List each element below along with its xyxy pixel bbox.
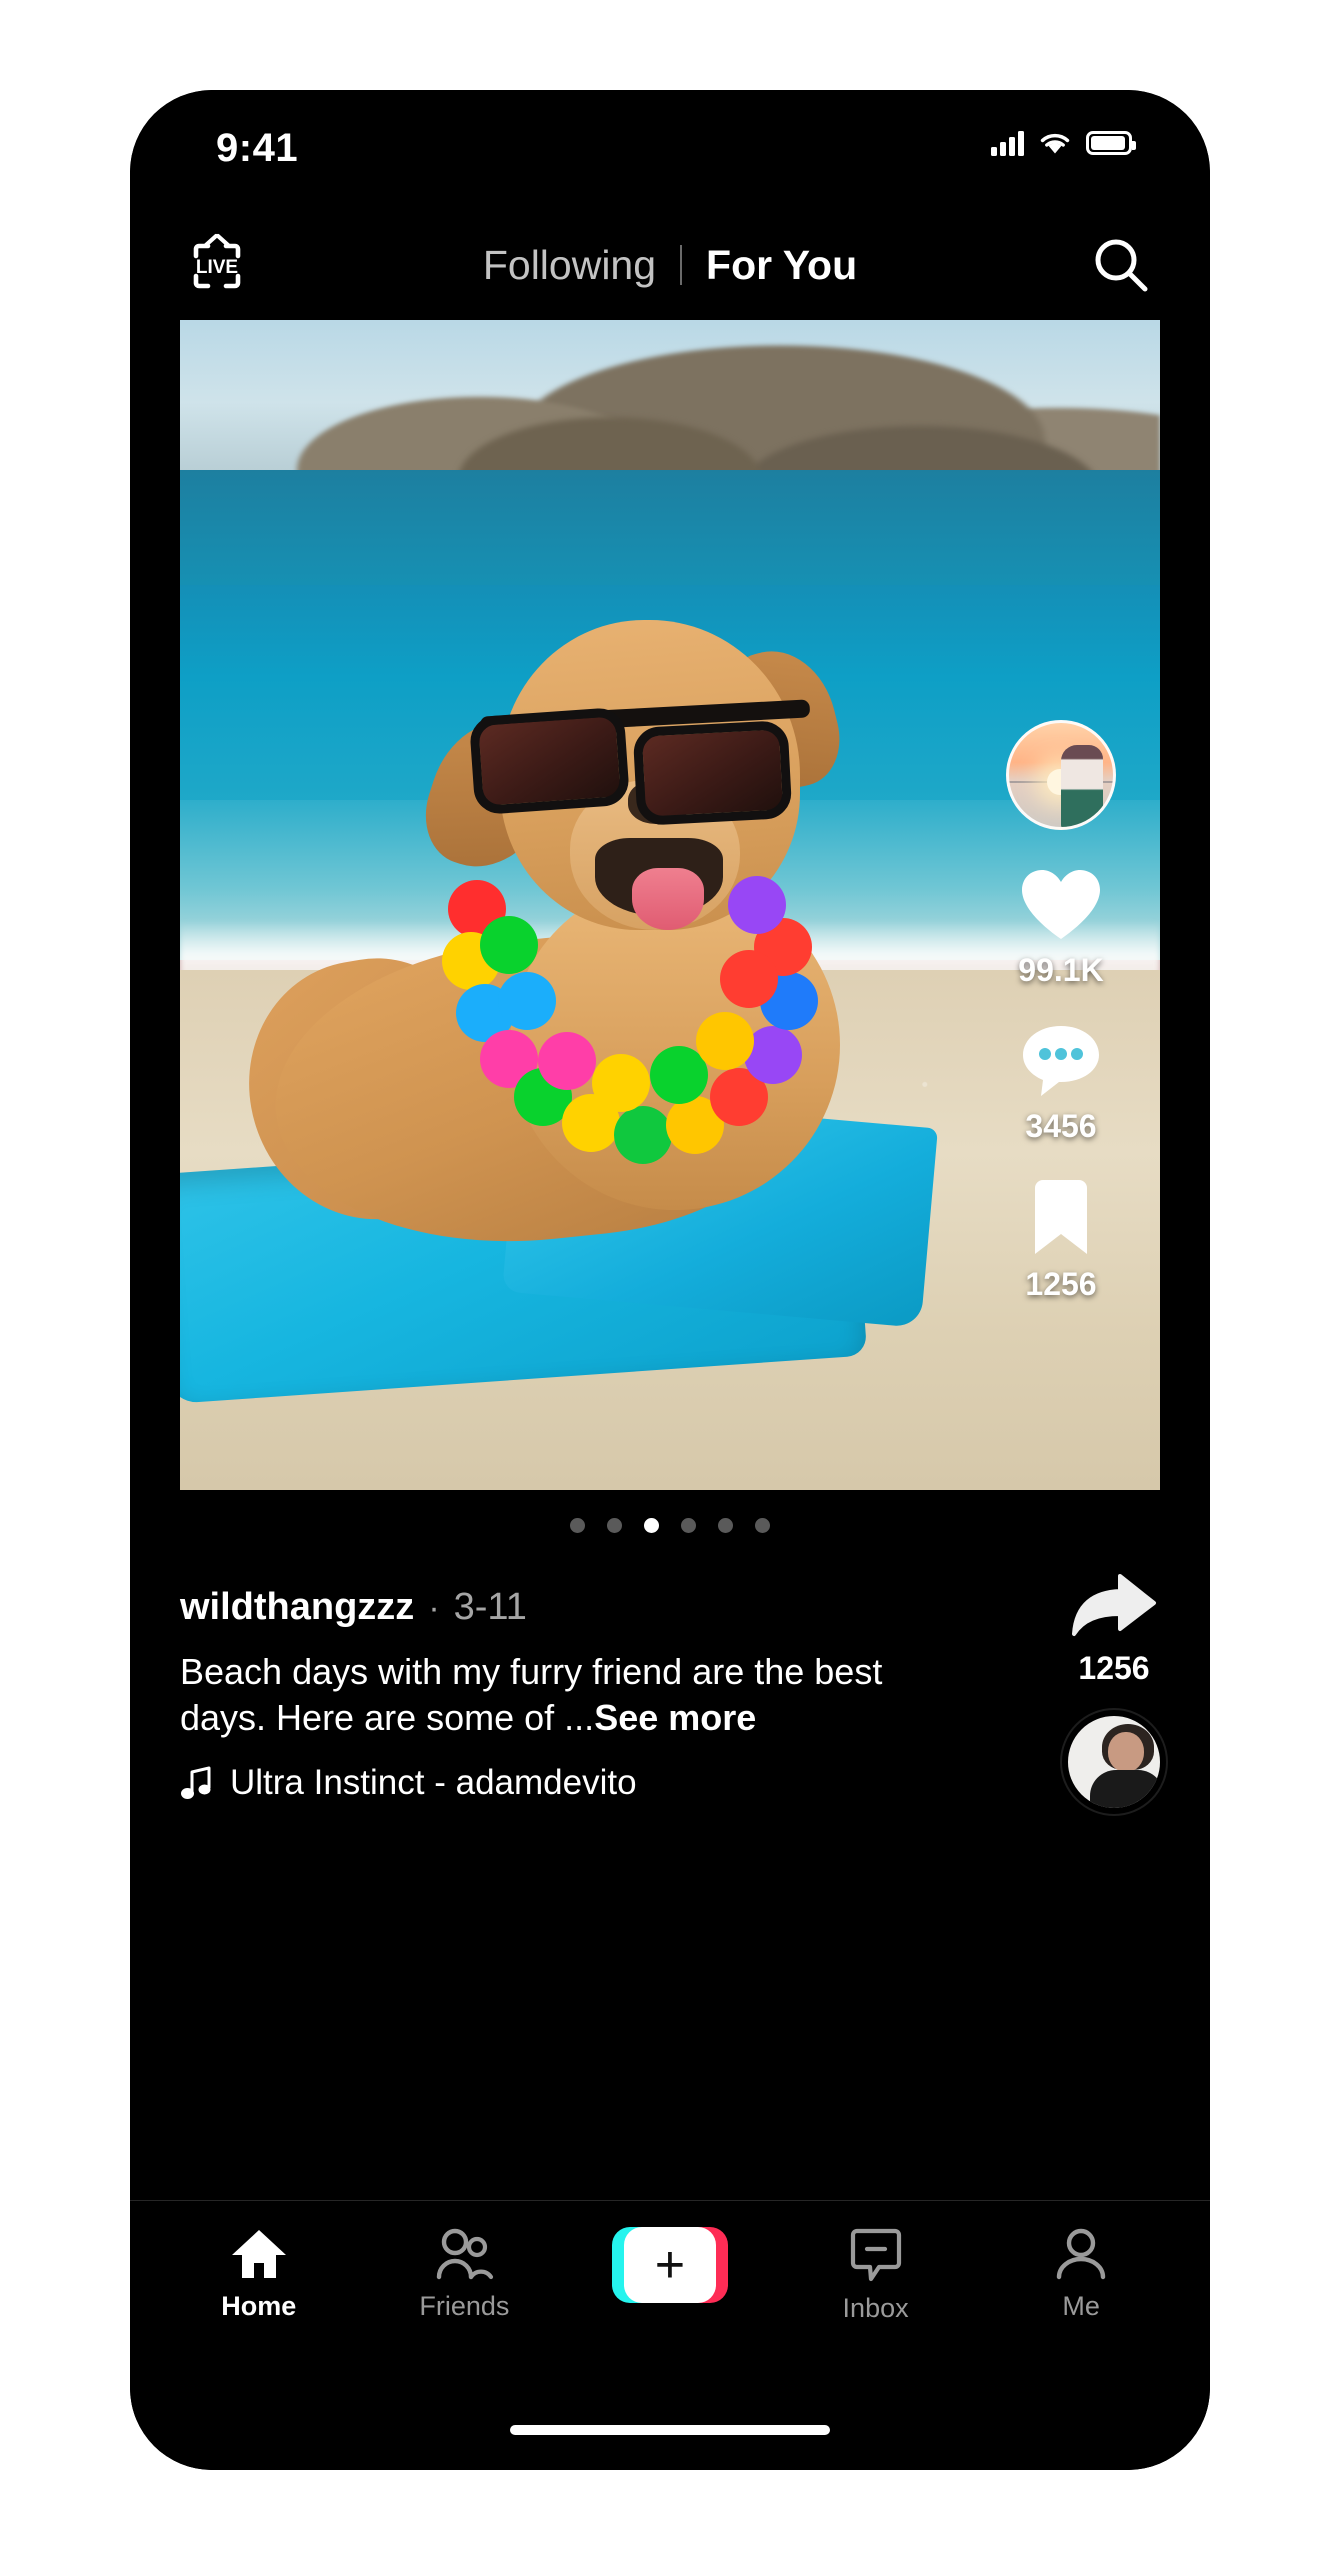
username[interactable]: wildthangzzz bbox=[180, 1586, 414, 1629]
tab-me[interactable]: Me bbox=[996, 2227, 1166, 2320]
tab-following[interactable]: Following bbox=[459, 244, 680, 286]
phone-screen: 9:41 LIVE Following For You 99.1K 3456 1… bbox=[130, 90, 1210, 2470]
like-count: 99.1K bbox=[1018, 952, 1104, 988]
action-rail: 99.1K 3456 1256 bbox=[986, 720, 1136, 1300]
tab-home[interactable]: Home bbox=[174, 2227, 344, 2320]
bookmark-count: 1256 bbox=[1025, 1266, 1097, 1302]
post-photo: 99.1K 3456 1256 bbox=[180, 320, 1160, 1490]
cellular-signal-icon bbox=[991, 130, 1024, 156]
search-icon bbox=[1095, 239, 1148, 292]
bookmark-icon[interactable] bbox=[1025, 1178, 1097, 1260]
heart-icon[interactable] bbox=[1018, 866, 1104, 946]
status-bar: 9:41 bbox=[130, 90, 1210, 210]
post-date: 3-11 bbox=[453, 1586, 527, 1628]
bookmark-button[interactable]: 1256 bbox=[1025, 1178, 1097, 1300]
top-nav: LIVE Following For You bbox=[130, 210, 1210, 320]
tab-home-label: Home bbox=[221, 2291, 297, 2321]
profile-icon bbox=[1056, 2228, 1106, 2280]
comment-count: 3456 bbox=[1025, 1108, 1097, 1144]
tab-friends-label: Friends bbox=[419, 2291, 510, 2321]
pagination-dot-active[interactable] bbox=[644, 1517, 659, 1533]
caption-block: wildthangzzz · 3-11 Beach days with my f… bbox=[130, 1560, 1210, 2200]
tab-inbox-label: Inbox bbox=[842, 2293, 909, 2323]
caption-body: Beach days with my furry friend are the … bbox=[180, 1651, 883, 1739]
like-button[interactable]: 99.1K bbox=[1018, 866, 1104, 986]
pagination-dot[interactable] bbox=[570, 1517, 585, 1533]
tab-me-label: Me bbox=[1062, 2291, 1100, 2321]
create-plus-icon[interactable]: + bbox=[611, 2227, 728, 2303]
share-count: 1256 bbox=[1078, 1650, 1150, 1686]
see-more-link[interactable]: See more bbox=[594, 1697, 756, 1738]
status-icons bbox=[991, 130, 1136, 156]
music-row[interactable]: Ultra Instinct - adamdevito bbox=[180, 1763, 1160, 1803]
friends-icon bbox=[437, 2228, 494, 2280]
tab-inbox[interactable]: Inbox bbox=[791, 2227, 961, 2322]
nav-tabs: Following For You bbox=[130, 210, 1210, 320]
pagination-dot[interactable] bbox=[681, 1517, 696, 1533]
bottom-tab-bar: Home Friends + Inbox Me bbox=[130, 2200, 1210, 2390]
home-indicator-area bbox=[130, 2390, 1210, 2470]
post-caption: Beach days with my furry friend are the … bbox=[180, 1649, 910, 1741]
phone-frame: 9:41 LIVE Following For You 99.1K 3456 1… bbox=[130, 90, 1210, 2470]
status-time: 9:41 bbox=[216, 126, 299, 170]
home-icon bbox=[231, 2230, 286, 2278]
comment-avatar[interactable] bbox=[1062, 1710, 1166, 1814]
music-note-icon bbox=[181, 1766, 211, 1800]
creator-avatar[interactable] bbox=[1006, 720, 1116, 830]
post-media[interactable]: 99.1K 3456 1256 bbox=[180, 320, 1160, 1490]
wifi-icon bbox=[1038, 130, 1072, 156]
inbox-icon bbox=[850, 2228, 901, 2282]
pagination-dot[interactable] bbox=[718, 1517, 733, 1533]
music-title: Ultra Instinct - adamdevito bbox=[230, 1763, 637, 1803]
share-button[interactable]: 1256 bbox=[1068, 1570, 1160, 1684]
battery-icon bbox=[1086, 131, 1136, 155]
post-meta-row: wildthangzzz · 3-11 bbox=[180, 1586, 1160, 1629]
comment-icon[interactable] bbox=[1019, 1022, 1103, 1102]
caption-action-rail: 1256 bbox=[1062, 1570, 1166, 1814]
comment-button[interactable]: 3456 bbox=[1019, 1022, 1103, 1142]
creator-avatar-button[interactable] bbox=[1006, 720, 1116, 830]
meta-separator: · bbox=[428, 1589, 440, 1627]
search-button[interactable] bbox=[1084, 228, 1158, 302]
tab-create[interactable]: + bbox=[585, 2227, 755, 2303]
carousel-pagination bbox=[130, 1490, 1210, 1560]
home-indicator[interactable] bbox=[510, 2425, 830, 2435]
pagination-dot[interactable] bbox=[607, 1517, 622, 1533]
tab-for-you[interactable]: For You bbox=[682, 244, 881, 286]
pagination-dot[interactable] bbox=[755, 1517, 770, 1533]
share-arrow-icon[interactable] bbox=[1068, 1570, 1160, 1644]
tab-friends[interactable]: Friends bbox=[379, 2227, 549, 2320]
